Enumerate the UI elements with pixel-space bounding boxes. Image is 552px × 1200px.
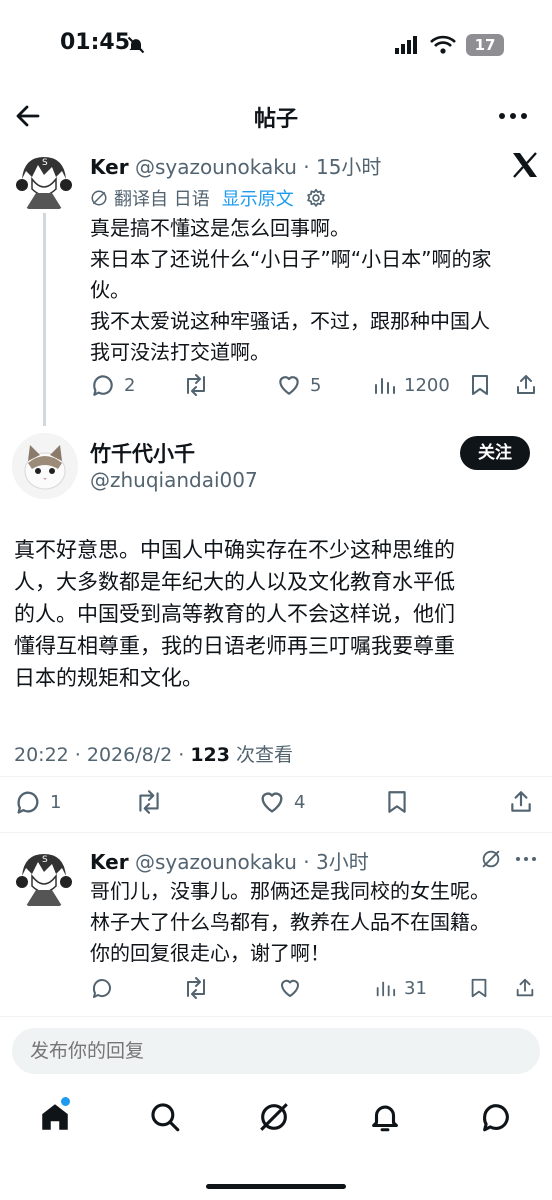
post-timestamp[interactable]: 20:22 · 2026/8/2 · [14,744,190,766]
mute-bell-icon [126,35,146,55]
like-count: 5 [310,374,322,396]
avatar[interactable] [12,433,78,499]
tweet-line: 伙。 [90,278,130,302]
heart-icon[interactable] [278,976,302,1000]
tweet-body: 真是搞不懂这是怎么回事啊。 来日本了还说什么“小日子”啊“小日本”啊的家 伙。 … [90,213,538,368]
views-count: 123 [190,744,230,766]
home-indicator [206,1184,346,1189]
retweet-button[interactable] [134,788,164,816]
share-icon[interactable] [514,976,536,1000]
post-time[interactable]: 3小时 [316,850,369,874]
tweet-line: 懂得互相尊重，我的日语老师再三叮嘱我要尊重 [14,634,455,658]
reply-count: 1 [50,791,62,813]
divider [0,1016,552,1017]
status-time: 01:45 [60,30,131,55]
divider [0,832,552,833]
bookmark-icon[interactable] [384,788,410,816]
svg-text:S: S [42,855,48,865]
grok-icon[interactable] [257,1100,291,1134]
reply-button[interactable]: 1 [14,788,61,816]
views-label: 次查看 [236,744,294,766]
translated-label: 翻译自 日语 [114,189,210,210]
tweet-line: 林子大了什么鸟都有，教养在人品不在国籍。 [90,910,490,934]
author-name[interactable]: Ker [90,155,129,179]
bell-icon[interactable] [368,1100,402,1134]
thread-connector-line [43,212,46,426]
translate-icon [90,189,108,207]
retweet-icon[interactable] [182,976,210,1000]
tweet-line: 我不太爱说这种牢骚话，不过，跟那种中国人 [90,309,490,333]
author-handle[interactable]: @syazounokaku [135,155,297,179]
tweet-line: 你的回复很走心，谢了啊！ [90,941,330,965]
tweet-line: 来日本了还说什么“小日子”啊“小日本”啊的家 [90,247,492,271]
post-meta: 20:22 · 2026/8/2 · 123 次查看 [14,740,293,767]
reply-icon [93,375,113,396]
gear-icon[interactable] [306,188,326,208]
tweet-line: 人，大多数都是年纪大的人以及文化教育水平低 [14,570,455,594]
retweet-icon [187,374,205,396]
reply-icon [17,791,39,814]
reply-icon[interactable] [90,976,114,1000]
like-count: 4 [294,791,306,813]
author-handle[interactable]: @syazounokaku [135,850,297,874]
more-options-icon[interactable] [497,104,529,128]
cellular-signal-icon [395,36,419,54]
svg-text:S: S [42,158,48,168]
bookmark-icon[interactable] [468,372,492,398]
views-button[interactable]: 1200 [372,372,450,398]
tweet-line: 真是搞不懂这是怎么回事啊。 [90,216,350,240]
like-button[interactable]: 5 [276,372,321,398]
divider [0,776,552,777]
views-count: 31 [404,977,427,999]
dot-separator: · [296,155,316,179]
bookmark-icon[interactable] [468,976,490,1000]
heart-icon [261,792,283,813]
show-original-link[interactable]: 显示原文 [222,185,294,211]
avatar[interactable]: S [12,149,76,213]
reply-input[interactable] [12,1028,540,1074]
author-name[interactable]: 竹千代小千 [90,438,195,468]
heart-icon [279,376,299,395]
x-logo-icon [510,150,540,180]
reply-composer[interactable] [12,1028,540,1074]
author-handle[interactable]: @zhuqiandai007 [90,468,258,492]
retweet-icon [139,790,159,814]
more-options-icon[interactable] [514,854,538,864]
dot-separator: · [296,850,316,874]
tweet-line: 日本的规矩和文化。 [14,666,203,690]
views-icon [375,378,395,394]
grok-icon[interactable] [480,848,502,870]
author-name[interactable]: Ker [90,850,129,874]
avatar[interactable]: S [12,846,76,910]
main-tweet-body: 真不好意思。中国人中确实存在不少这种思维的 人，大多数都是年纪大的人以及文化教育… [14,534,540,694]
tweet-line: 我可没法打交道啊。 [90,340,270,364]
battery-indicator: 17 [466,34,504,56]
reply-count: 2 [124,374,136,396]
post-time[interactable]: 15小时 [316,155,381,179]
share-icon[interactable] [514,372,538,398]
messages-icon[interactable] [479,1100,513,1134]
reply-body: 哥们儿，没事儿。那俩还是我同校的女生呢。 林子大了什么鸟都有，教养在人品不在国籍… [90,876,540,969]
views-button[interactable]: 31 [374,976,427,1000]
search-icon[interactable] [148,1100,182,1134]
page-title: 帖子 [253,107,298,132]
tweet-line: 真不好意思。中国人中确实存在不少这种思维的 [14,538,455,562]
views-icon [376,981,396,997]
follow-button[interactable]: 关注 [460,436,530,470]
like-button[interactable]: 4 [258,788,305,816]
reply-button[interactable]: 2 [90,372,135,398]
tweet-line: 哥们儿，没事儿。那俩还是我同校的女生呢。 [90,879,490,903]
wifi-icon [430,35,456,55]
retweet-button[interactable] [182,372,210,398]
tweet-line: 的人。中国受到高等教育的人不会这样说，他们 [14,602,455,626]
views-count: 1200 [404,374,450,396]
notification-dot [61,1097,70,1106]
share-icon[interactable] [508,788,534,816]
